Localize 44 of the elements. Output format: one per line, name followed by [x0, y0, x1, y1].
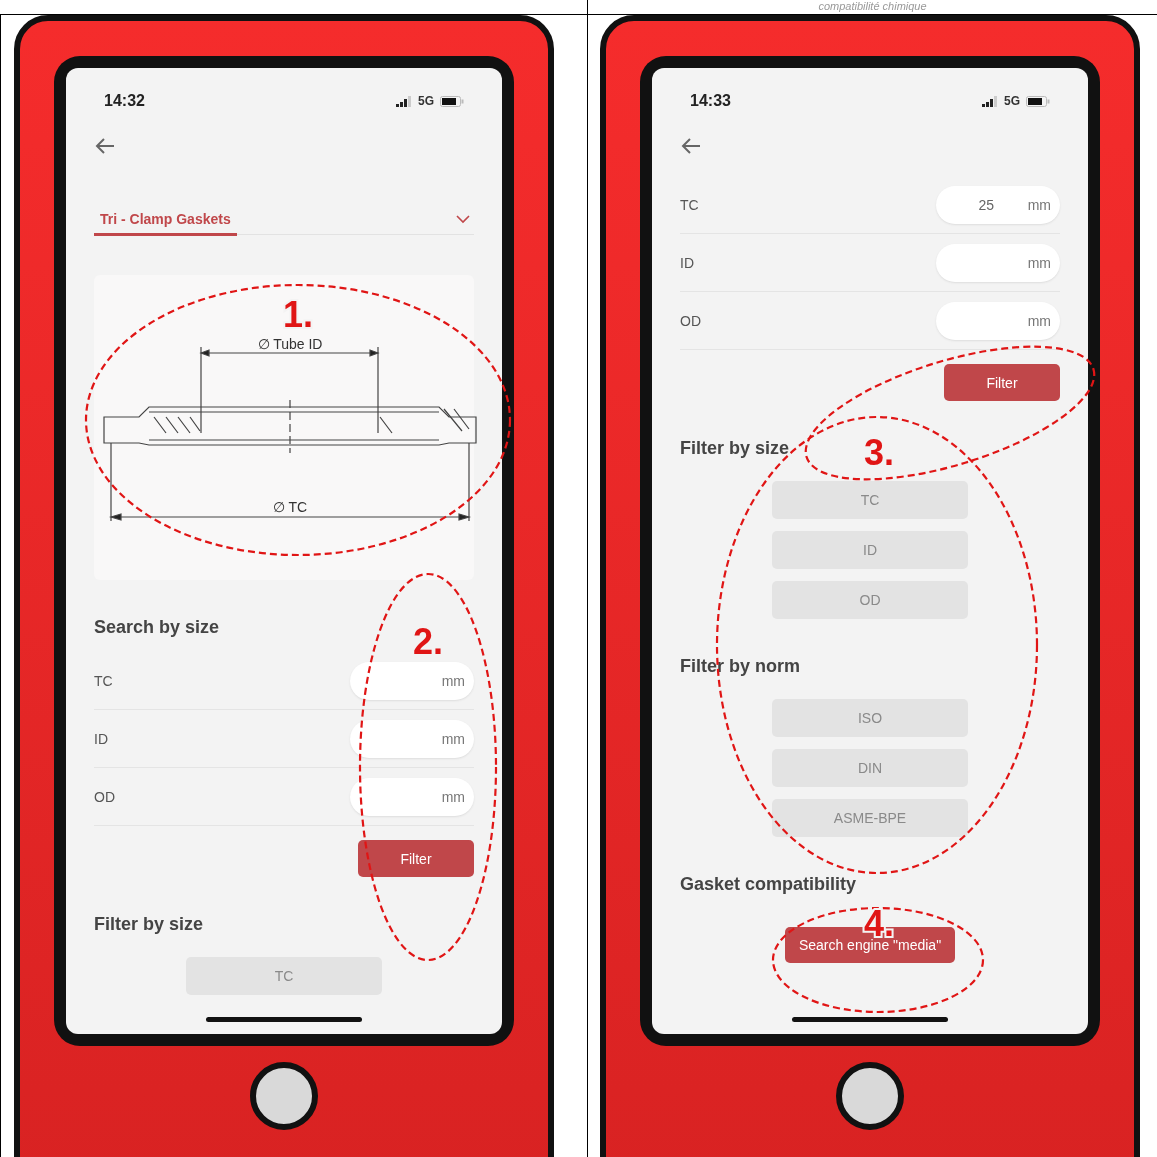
field-label: ID [680, 254, 695, 271]
size-field[interactable]: mm [350, 661, 474, 700]
size-field[interactable]: mm [350, 777, 474, 816]
battery-icon [1026, 95, 1050, 107]
category-dropdown[interactable]: Tri - Clamp Gaskets [94, 210, 237, 236]
size-field[interactable]: 25 mm [936, 185, 1060, 224]
field-label: TC [94, 672, 114, 689]
section-heading: Filter by norm [680, 655, 800, 678]
status-time: 14:32 [104, 92, 146, 110]
filter-chip[interactable]: TC [186, 957, 382, 995]
network-label: 5G [418, 94, 434, 108]
chevron-down-icon[interactable] [456, 215, 470, 224]
battery-icon [440, 95, 464, 107]
filter-button[interactable]: Filter [358, 840, 474, 877]
field-label: OD [94, 788, 116, 805]
signal-icon [982, 95, 998, 107]
back-arrow-icon[interactable] [680, 137, 702, 155]
field-label: TC [680, 196, 700, 213]
section-heading: Search by size [94, 616, 220, 639]
size-field[interactable]: mm [936, 243, 1060, 282]
filter-chip[interactable]: OD [772, 581, 968, 619]
section-heading: Filter by size [94, 913, 204, 936]
field-label: OD [680, 312, 702, 329]
size-field[interactable]: mm [350, 719, 474, 758]
caption-text: compatibilité chimique [587, 0, 1157, 14]
status-time: 14:33 [690, 92, 732, 110]
signal-icon [396, 95, 412, 107]
filter-chip[interactable]: ISO [772, 699, 968, 737]
filter-chip[interactable]: TC [772, 481, 968, 519]
size-field[interactable]: mm [936, 301, 1060, 340]
annotation-number: 2. [413, 621, 443, 662]
dimension-label: ∅ Tube ID [257, 336, 323, 352]
back-arrow-icon[interactable] [94, 137, 116, 155]
annotation-number: 3. [864, 432, 894, 473]
field-label: ID [94, 730, 109, 747]
filter-chip[interactable]: ID [772, 531, 968, 569]
filter-button[interactable]: Filter [944, 364, 1060, 401]
annotation-number: 1. [283, 294, 313, 335]
section-heading: Filter by size [680, 437, 790, 460]
filter-chip[interactable]: ASME-BPE [772, 799, 968, 837]
dimension-label: ∅ TC [272, 499, 308, 515]
network-label: 5G [1004, 94, 1020, 108]
section-heading: Gasket compatibility [680, 873, 857, 896]
filter-chip[interactable]: DIN [772, 749, 968, 787]
